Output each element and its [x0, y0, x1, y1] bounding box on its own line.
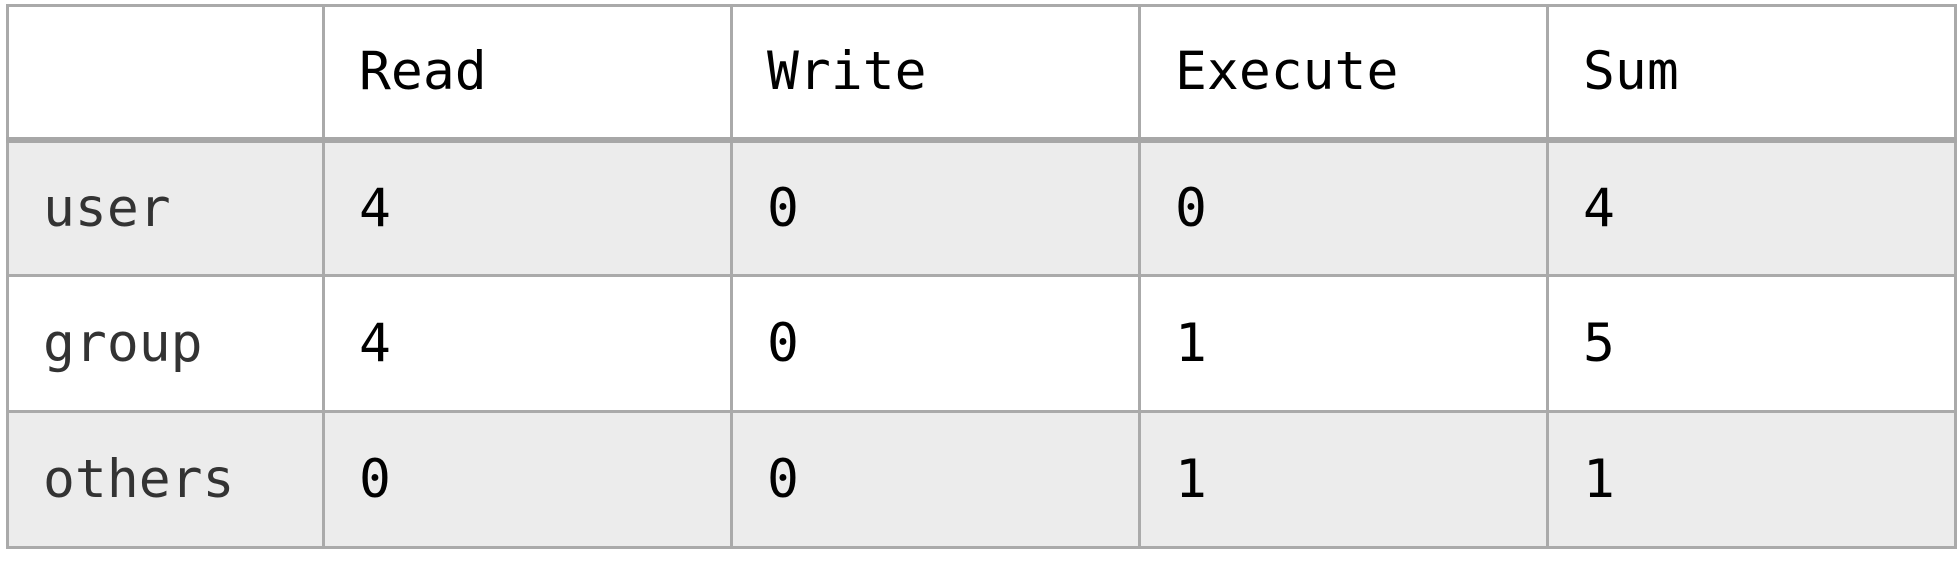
column-header-execute: Execute	[1138, 4, 1549, 143]
permissions-table: Read Write Execute Sum user 4 0 0 4 grou…	[6, 4, 1957, 549]
cell-group-read: 4	[322, 274, 733, 413]
row-label-user: user	[6, 138, 325, 277]
column-header-sum: Sum	[1546, 4, 1957, 143]
cell-others-execute: 1	[1138, 410, 1549, 549]
table-row-user: user 4 0 0 4	[6, 138, 1957, 277]
cell-user-sum: 4	[1546, 138, 1957, 277]
cell-others-read: 0	[322, 410, 733, 549]
cell-others-sum: 1	[1546, 410, 1957, 549]
cell-user-write: 0	[730, 138, 1141, 277]
table-header-row: Read Write Execute Sum	[6, 4, 1957, 143]
cell-group-write: 0	[730, 274, 1141, 413]
cell-user-execute: 0	[1138, 138, 1549, 277]
column-header-read: Read	[322, 4, 733, 143]
cell-group-sum: 5	[1546, 274, 1957, 413]
row-label-group: group	[6, 274, 325, 413]
cell-user-read: 4	[322, 138, 733, 277]
table-row-others: others 0 0 1 1	[6, 410, 1957, 549]
row-label-others: others	[6, 410, 325, 549]
cell-group-execute: 1	[1138, 274, 1549, 413]
table-row-group: group 4 0 1 5	[6, 274, 1957, 413]
column-header-write: Write	[730, 4, 1141, 143]
permissions-table-container: Read Write Execute Sum user 4 0 0 4 grou…	[6, 4, 1957, 549]
cell-others-write: 0	[730, 410, 1141, 549]
header-corner-cell	[6, 4, 325, 143]
